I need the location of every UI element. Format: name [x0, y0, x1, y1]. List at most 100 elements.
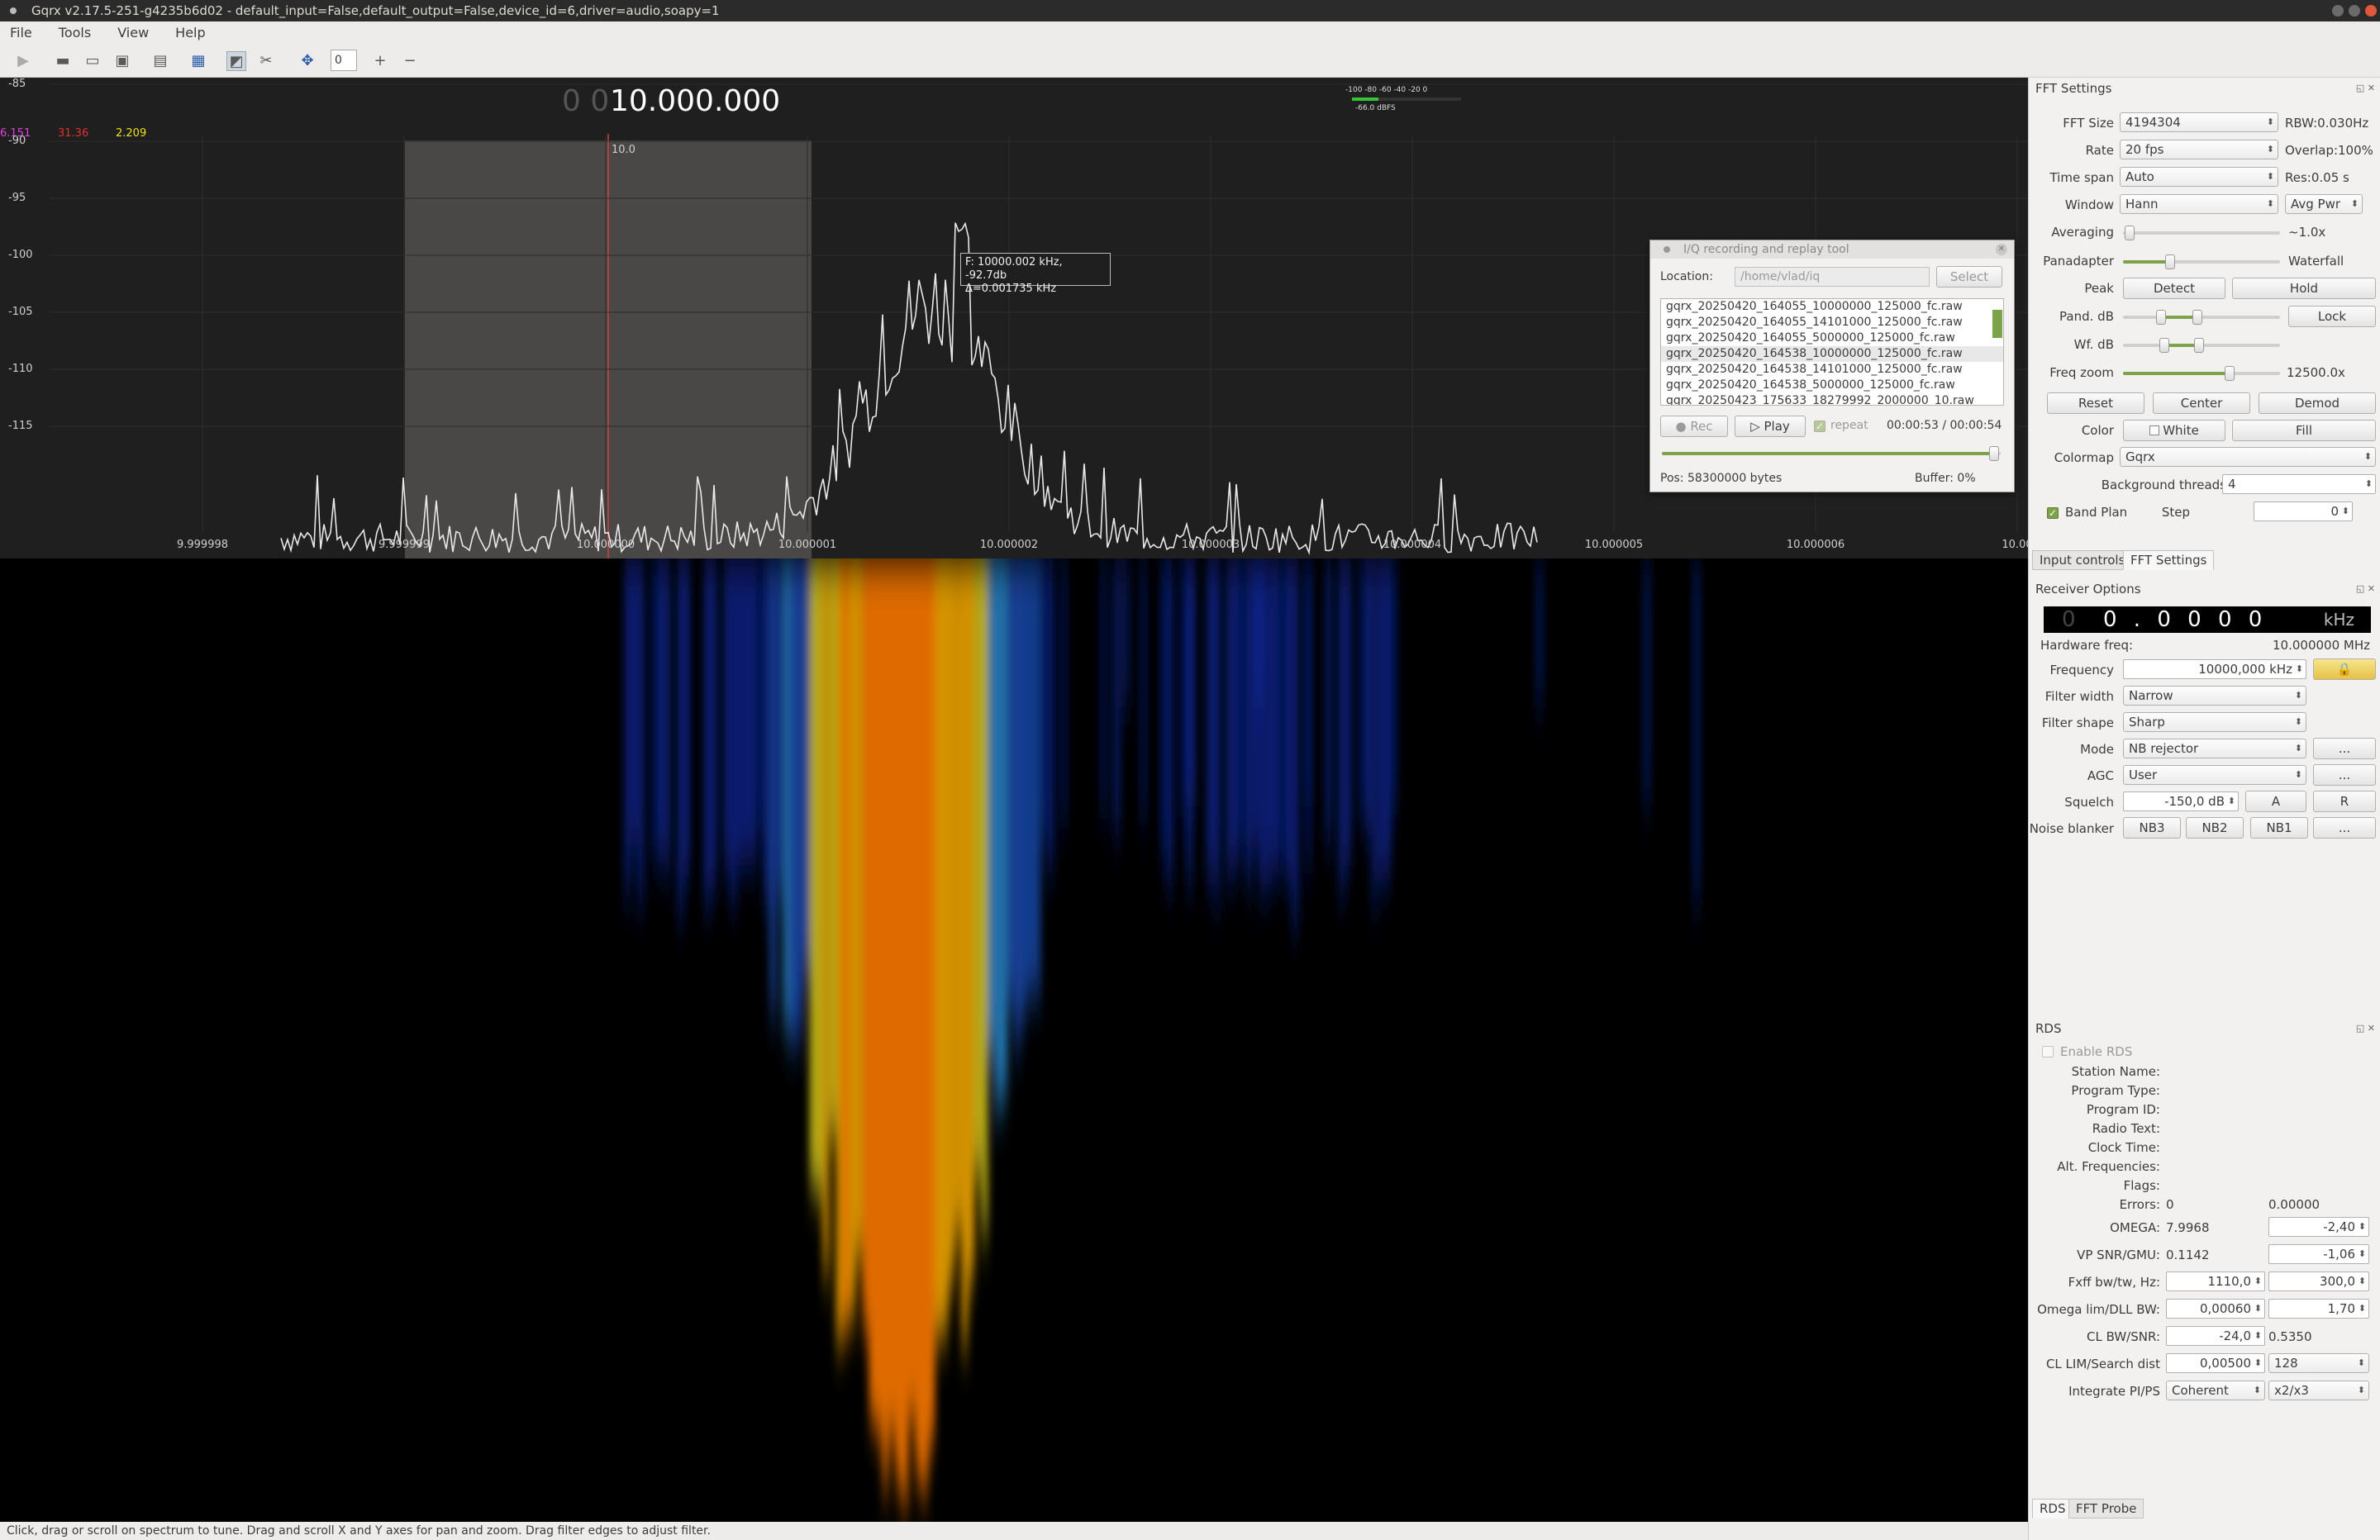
close-button[interactable] [2365, 5, 2377, 17]
nb3-button[interactable]: NB3 [2123, 817, 2181, 839]
pandapter-split-slider[interactable] [2123, 254, 2280, 269]
integrate-combo-1[interactable]: Coherent [2166, 1381, 2265, 1400]
save-icon[interactable]: ▣ [112, 51, 132, 71]
demod-button[interactable]: Demod [2259, 392, 2376, 414]
avg-mode-combo[interactable]: Avg Pwr [2285, 194, 2363, 214]
menu-tools[interactable]: Tools [59, 21, 91, 45]
freq-zoom-slider[interactable] [2123, 366, 2280, 381]
waterfall-display[interactable] [0, 558, 2028, 1522]
iq-tool-title: I/Q recording and replay tool [1650, 240, 2014, 259]
menu-view[interactable]: View [117, 21, 149, 45]
fxff-spin-1[interactable]: 1110,0 [2166, 1271, 2265, 1291]
select-button[interactable]: Select [1936, 266, 2002, 288]
play-icon[interactable]: ▶ [13, 51, 33, 71]
hold-button[interactable]: Hold [2232, 278, 2376, 299]
iq-file-item[interactable]: gqrx_20250420_164538_14101000_125000_fc.… [1661, 362, 2003, 378]
iq-file-list[interactable]: gqrx_20250420_164055_10000000_125000_fc.… [1660, 298, 2004, 406]
squelch-reset-button[interactable]: R [2313, 791, 2376, 812]
cl-bw-spin[interactable]: -24,0 [2166, 1326, 2265, 1346]
iq-file-item[interactable]: gqrx_20250420_164055_5000000_125000_fc.r… [1661, 330, 2003, 346]
receiver-dock-icons[interactable]: ◱ ✕ [2356, 583, 2375, 594]
device-icon[interactable]: ▬ [53, 51, 73, 71]
squelch-spin[interactable]: -150,0 dB [2123, 791, 2239, 811]
center-button[interactable]: Center [2153, 392, 2250, 414]
fxff-spin-2[interactable]: 300,0 [2268, 1271, 2369, 1291]
mode-options-button[interactable]: ... [2313, 738, 2376, 759]
bookmark-icon[interactable]: ▤ [150, 51, 170, 71]
iq-file-item[interactable]: gqrx_20250420_164055_10000000_125000_fc.… [1661, 299, 2003, 315]
tab-rds[interactable]: RDS [2032, 1499, 2073, 1519]
iq-file-item[interactable]: gqrx_20250420_164538_10000000_125000_fc.… [1661, 346, 2003, 362]
nb2-button[interactable]: NB2 [2186, 817, 2244, 839]
plus-icon[interactable]: + [370, 51, 390, 71]
dialog-close-icon[interactable]: ✕ [1996, 244, 2007, 255]
receiver-freq-lcd[interactable]: 0 0 . 0 0 0 0 kHz [2044, 606, 2371, 633]
squelch-auto-button[interactable]: A [2245, 791, 2306, 812]
menu-help[interactable]: Help [175, 21, 205, 45]
iq-file-item[interactable]: gqrx_20250423_175633_18279992_2000000_10… [1661, 393, 2003, 405]
filter-shape-combo[interactable]: Sharp [2123, 712, 2306, 732]
enable-rds-checkbox[interactable] [2042, 1046, 2054, 1058]
center-icon[interactable]: ✥ [298, 51, 317, 71]
rec-button[interactable]: ● Rec [1660, 416, 1728, 437]
timespan-combo[interactable]: Auto [2120, 167, 2278, 187]
frequency-spin[interactable]: 10000,000 kHz [2123, 659, 2306, 679]
fft-size-combo[interactable]: 4194304 [2120, 112, 2278, 132]
step-spin[interactable]: 0 [2254, 501, 2353, 521]
detect-button[interactable]: Detect [2123, 278, 2225, 299]
window-combo[interactable]: Hann [2120, 194, 2278, 214]
minus-icon[interactable]: − [400, 51, 420, 71]
open-icon[interactable]: ▭ [83, 51, 102, 71]
vpsnr-spin[interactable]: -1,06 [2268, 1244, 2369, 1264]
play-button[interactable]: ▷ Play [1735, 416, 1806, 437]
file-list-scrollbar[interactable] [1992, 310, 2002, 338]
cl-lim-spin[interactable]: 0,00500 [2166, 1353, 2265, 1373]
waterfall-column [816, 558, 822, 1194]
lock-button[interactable]: Lock [2288, 306, 2376, 327]
integrate-combo-2[interactable]: x2/x3 [2268, 1381, 2369, 1400]
rate-combo[interactable]: 20 fps [2120, 140, 2278, 159]
agc-options-button[interactable]: ... [2313, 764, 2376, 786]
averaging-slider[interactable] [2123, 226, 2280, 240]
search-dist-combo[interactable]: 128 [2268, 1353, 2369, 1373]
mode-combo[interactable]: NB rejector [2123, 739, 2306, 758]
white-color-button[interactable]: White [2123, 420, 2225, 441]
omega-lim-spin-1[interactable]: 0,00060 [2166, 1299, 2265, 1319]
lock-frequency-button[interactable]: 🔒 [2313, 658, 2376, 680]
freq-display[interactable]: 10.000.000 [610, 84, 780, 118]
omega-spin[interactable]: -2,40 [2268, 1217, 2369, 1237]
tab-input-controls[interactable]: Input controls [2032, 550, 2133, 570]
omega-lim-spin-2[interactable]: 1,70 [2268, 1299, 2369, 1319]
filter-width-combo[interactable]: Narrow [2123, 686, 2306, 706]
toolbar-spinbox[interactable]: 0 [331, 50, 357, 71]
dialog-menu-icon[interactable] [1664, 246, 1670, 253]
colormap-combo[interactable]: Gqrx [2120, 447, 2376, 467]
nb1-button[interactable]: NB1 [2250, 817, 2308, 839]
menu-file[interactable]: File [10, 21, 32, 45]
maximize-button[interactable] [2349, 5, 2360, 17]
screen-icon[interactable]: ▦ [188, 51, 208, 71]
playback-slider[interactable] [1662, 446, 2001, 461]
agc-combo[interactable]: User [2123, 765, 2306, 785]
waterfall-canvas[interactable] [0, 558, 2028, 1522]
rds-dock-icons[interactable]: ◱ ✕ [2356, 1023, 2375, 1034]
tab-fft-probe[interactable]: FFT Probe [2068, 1499, 2144, 1519]
bg-threads-spin[interactable]: 4 [2222, 474, 2376, 494]
iq-file-item[interactable]: gqrx_20250420_164538_5000000_125000_fc.r… [1661, 378, 2003, 393]
waterfall-column [850, 558, 855, 1319]
iq-file-item[interactable]: gqrx_20250420_164055_14101000_125000_fc.… [1661, 315, 2003, 330]
tab-fft-settings[interactable]: FFT Settings [2123, 550, 2215, 570]
reset-button[interactable]: Reset [2047, 392, 2144, 414]
nb-options-button[interactable]: ... [2313, 817, 2376, 839]
fill-button[interactable]: Fill [2232, 420, 2376, 441]
waterfall-column [1048, 558, 1054, 873]
dock-float-close-icon[interactable]: ◱ ✕ [2356, 83, 2375, 93]
repeat-checkbox[interactable]: ✓ [1814, 421, 1825, 432]
tools-icon[interactable]: ✂ [256, 51, 276, 71]
pand-db-slider[interactable] [2123, 310, 2280, 325]
location-input[interactable]: /home/vlad/iq [1735, 267, 1930, 287]
remote-icon[interactable]: ◩ [226, 51, 246, 71]
band-plan-checkbox[interactable]: ✓ [2047, 507, 2059, 519]
wf-db-slider[interactable] [2123, 338, 2280, 353]
minimize-button[interactable] [2332, 5, 2344, 17]
